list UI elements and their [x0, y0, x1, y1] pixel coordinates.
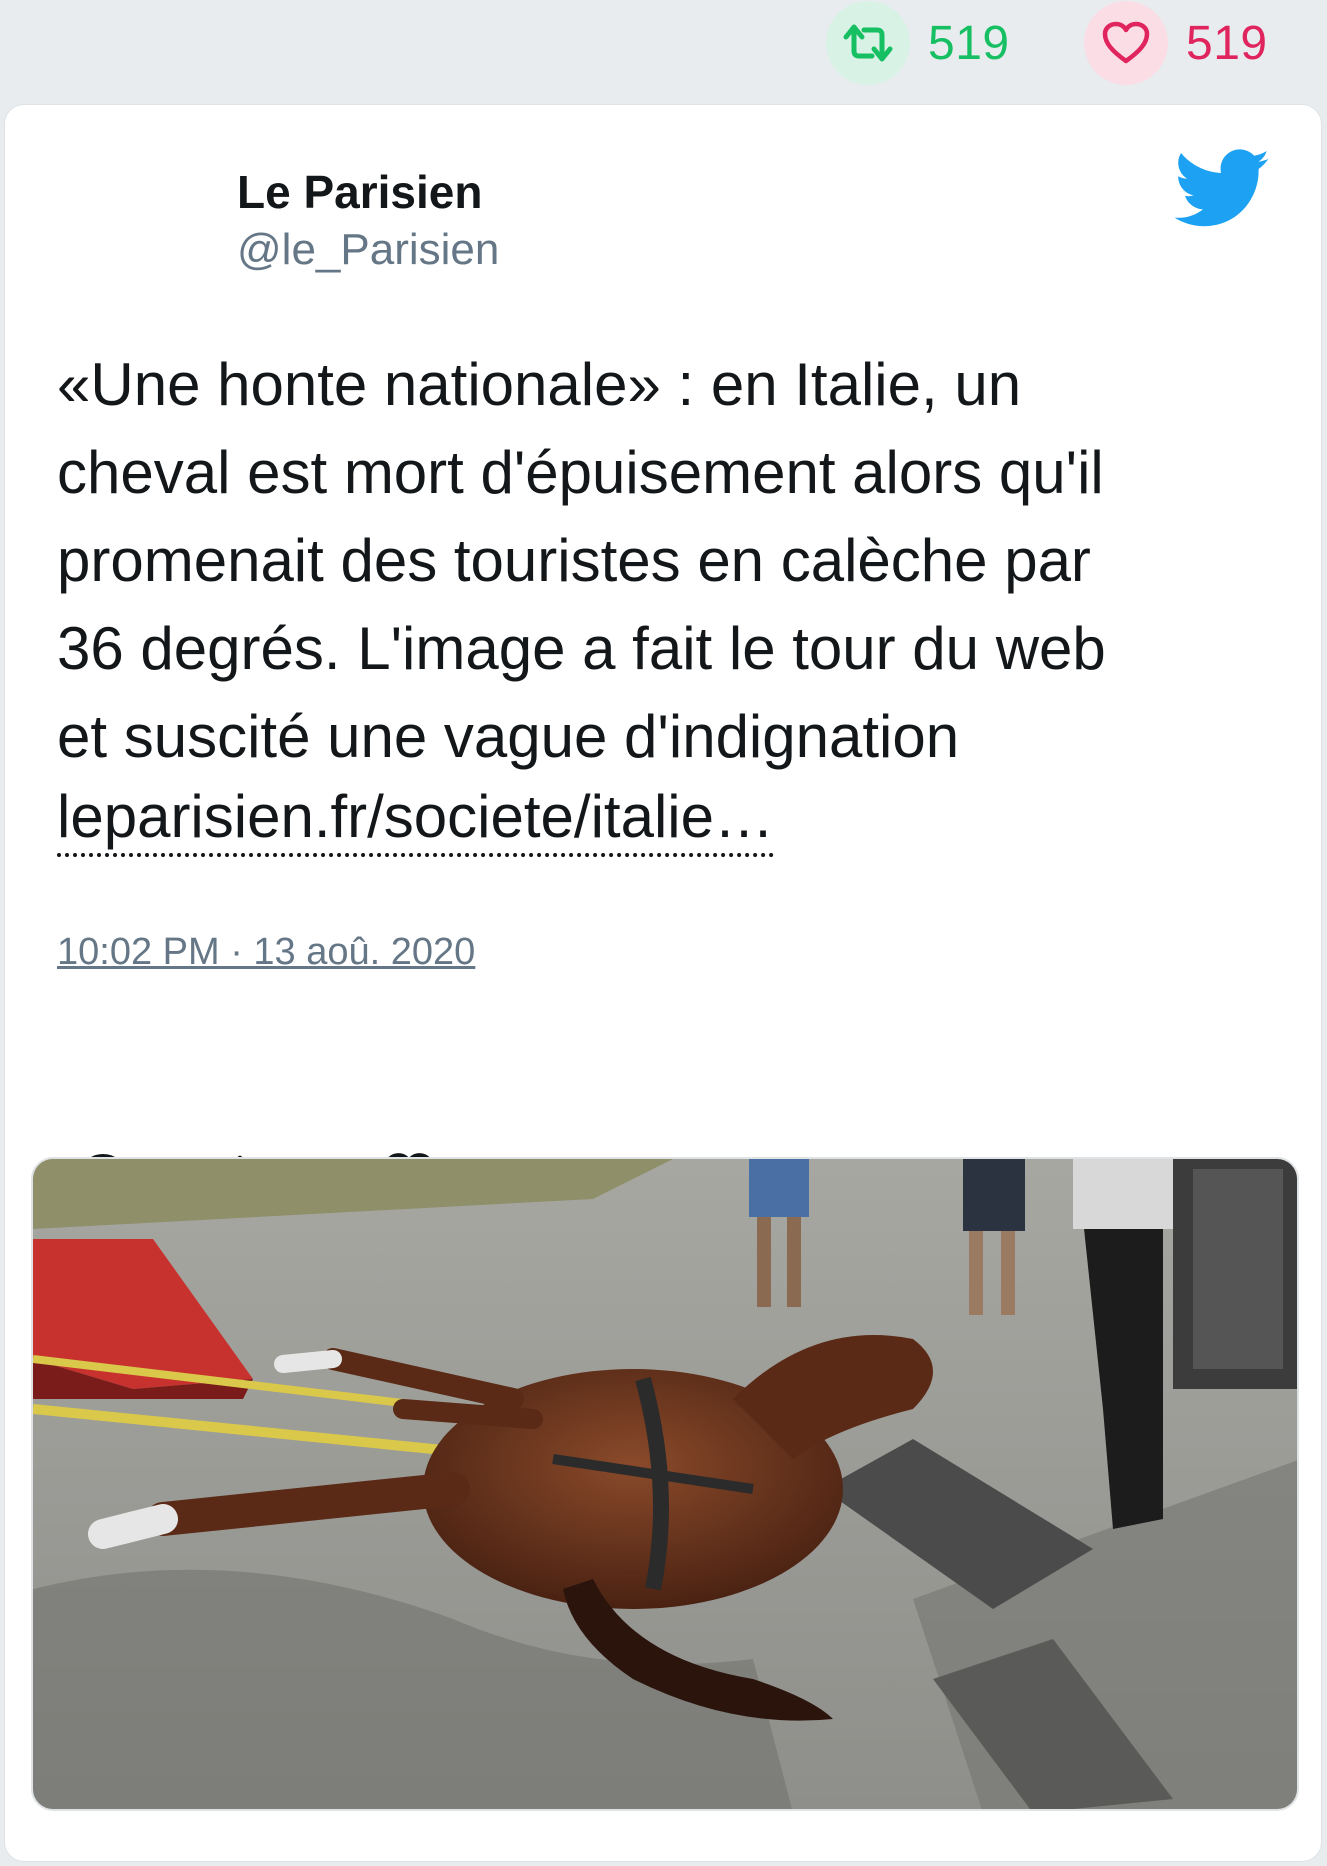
engagement-bar: 519 519 [0, 0, 1327, 100]
tweet-text: «Une honte nationale» : en Italie, un ch… [57, 351, 1106, 770]
retweet-count: 519 [928, 16, 1010, 70]
retweet-count-stat[interactable]: 519 [826, 1, 1010, 85]
retweet-icon [826, 1, 910, 85]
tweet-timestamp[interactable]: 10:02 PM · 13 aoû. 2020 [57, 931, 475, 974]
heart-icon [1084, 1, 1168, 85]
author-name[interactable]: Le Parisien [237, 165, 482, 219]
tweet-media-photo[interactable] [31, 1157, 1299, 1811]
like-count-stat[interactable]: 519 [1084, 1, 1268, 85]
like-count: 519 [1186, 16, 1268, 70]
article-link[interactable]: leparisien.fr/societe/italie… [57, 781, 774, 857]
author-handle[interactable]: @le_Parisien [237, 225, 499, 275]
twitter-bird-icon[interactable] [1174, 147, 1271, 231]
tweet-card: Le Parisien @le_Parisien «Une honte nati… [4, 104, 1322, 1862]
